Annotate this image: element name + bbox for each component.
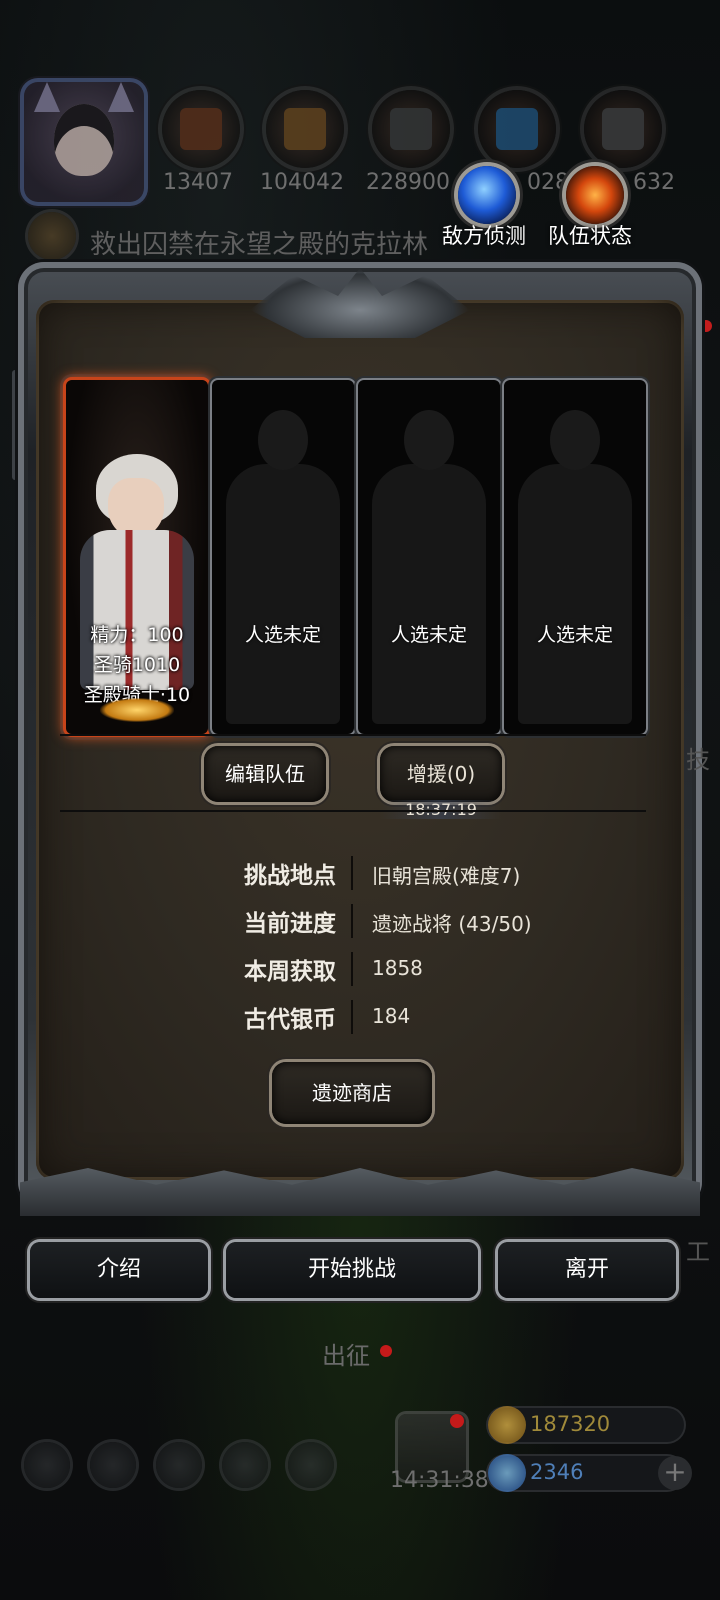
star-icon[interactable] [90, 1442, 136, 1488]
info-separator [351, 856, 353, 890]
info-separator [351, 1000, 353, 1034]
add-currency-button[interactable]: + [658, 1456, 692, 1490]
silhouette-head [258, 410, 308, 470]
edge-text: 工 [686, 1238, 710, 1266]
player-avatar[interactable] [20, 78, 148, 206]
silhouette-head [404, 410, 454, 470]
avatar-face [54, 104, 114, 176]
planks-icon[interactable] [266, 90, 344, 168]
gold-amount: 187320 [530, 1412, 611, 1436]
gift-notification-dot [450, 1414, 464, 1428]
info-label: 古代银币 [244, 1007, 336, 1033]
resource-count-planks: 104042 [260, 170, 344, 195]
silhouette-icon [226, 464, 340, 724]
info-label: 本周获取 [244, 959, 336, 985]
handshake-icon[interactable] [288, 1442, 334, 1488]
info-label: 当前进度 [244, 911, 336, 937]
info-value: 184 [372, 1004, 411, 1028]
enemy-scout-icon[interactable] [458, 166, 516, 224]
settings-icon[interactable] [24, 1442, 70, 1488]
avatar-ear-left [34, 82, 60, 112]
slot-empty-label: 人选未定 [390, 624, 467, 646]
hero-stamina: 精力：100 [90, 624, 184, 646]
info-separator [351, 952, 353, 986]
divider [60, 734, 646, 736]
crystal-icon[interactable] [478, 90, 556, 168]
avatar-ear-right [108, 82, 134, 112]
info-row-silver: 古代银币 184 [0, 1000, 720, 1040]
march-label[interactable]: 出征 [322, 1336, 370, 1371]
gem-amount: 2346 [530, 1460, 584, 1484]
edge-text: 技 [686, 746, 710, 774]
info-row-location: 挑战地点 旧朝宫殿(难度7) [0, 856, 720, 896]
team-slot-2[interactable]: 人选未定 [212, 380, 354, 734]
march-notification-dot [380, 1345, 392, 1357]
ruins-shop-button[interactable]: 遗迹商店 [272, 1062, 432, 1124]
wood-log-icon[interactable] [162, 90, 240, 168]
mail-icon[interactable] [222, 1442, 268, 1488]
slot-empty-label: 人选未定 [536, 624, 613, 646]
gem-icon [488, 1454, 526, 1492]
steel-icon[interactable] [584, 90, 662, 168]
quest-text[interactable]: 救出囚禁在永望之殿的克拉林 [90, 224, 428, 261]
team-status-icon[interactable] [566, 166, 624, 224]
silhouette-icon [518, 464, 632, 724]
hero-emblem-icon [100, 698, 174, 722]
team-slot-hero[interactable]: 精力：100 圣骑1010 圣殿骑士·10 [66, 380, 208, 734]
start-challenge-button[interactable]: 开始挑战 [226, 1242, 478, 1298]
team-slot-4[interactable]: 人选未定 [504, 380, 646, 734]
resource-count-wood: 13407 [163, 170, 233, 195]
reinforce-button[interactable]: 增援(0) [380, 746, 502, 802]
info-value: 1858 [372, 956, 423, 980]
info-value: 遗迹战将 (43/50) [372, 912, 532, 936]
info-value: 旧朝宫殿(难度7) [372, 864, 521, 888]
silhouette-icon [372, 464, 486, 724]
info-separator [351, 904, 353, 938]
info-row-weekly: 本周获取 1858 [0, 952, 720, 992]
info-row-progress: 当前进度 遗迹战将 (43/50) [0, 904, 720, 944]
team-status-label[interactable]: 队伍状态 [548, 220, 632, 250]
gold-coin-icon [488, 1406, 526, 1444]
enemy-scout-label[interactable]: 敌方侦测 [442, 220, 526, 250]
castle-icon[interactable] [156, 1442, 202, 1488]
slot-empty-label: 人选未定 [244, 624, 321, 646]
iron-ingot-icon[interactable] [372, 90, 450, 168]
silhouette-head [550, 410, 600, 470]
hero-name: 圣骑1010 [93, 654, 181, 676]
hero-portrait [108, 478, 164, 538]
leave-button[interactable]: 离开 [498, 1242, 676, 1298]
edit-team-button[interactable]: 编辑队伍 [204, 746, 326, 802]
resource-count-iron: 228900 [366, 170, 450, 195]
gift-timer: 14:31:38 [390, 1468, 489, 1493]
intro-button[interactable]: 介绍 [30, 1242, 208, 1298]
team-slot-3[interactable]: 人选未定 [358, 380, 500, 734]
divider [60, 810, 646, 812]
quest-icon[interactable] [28, 212, 76, 260]
info-label: 挑战地点 [244, 863, 336, 889]
